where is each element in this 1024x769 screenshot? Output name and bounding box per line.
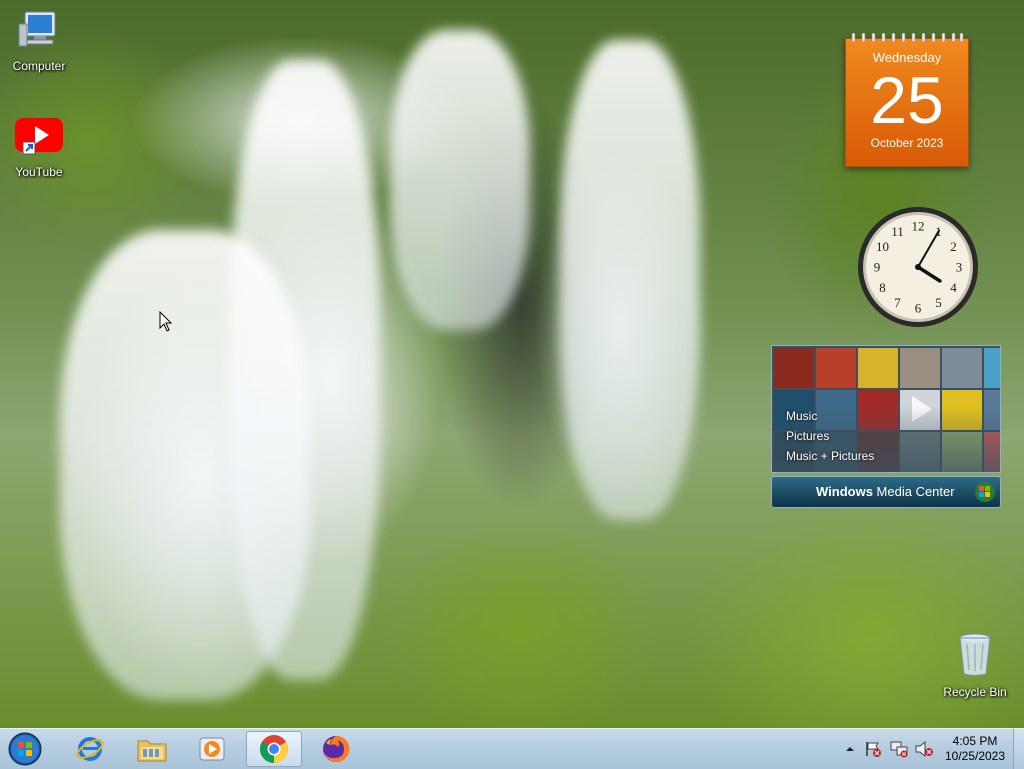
internet-explorer-icon <box>76 737 104 761</box>
youtube-icon <box>15 118 63 155</box>
calendar-day-number: 25 <box>870 63 944 137</box>
file-explorer-icon <box>137 740 167 762</box>
calendar-month-year: October 2023 <box>870 136 944 150</box>
media-menu-music-pictures[interactable]: Music + Pictures <box>786 446 874 466</box>
clock-numeral: 11 <box>891 224 904 239</box>
taskbar-internet-explorer[interactable] <box>62 731 118 767</box>
clock-numeral: 6 <box>915 301 922 316</box>
clock-numeral: 9 <box>874 260 881 275</box>
clock-numeral: 3 <box>956 260 963 275</box>
media-menu-music[interactable]: Music <box>786 406 874 426</box>
waterfall <box>560 40 700 520</box>
taskbar-media-player[interactable] <box>184 731 240 767</box>
desktop-icon-label: YouTube <box>15 165 63 179</box>
media-player-icon <box>199 737 225 761</box>
system-date: 10/25/2023 <box>944 749 1006 763</box>
clock-numeral: 8 <box>879 280 886 295</box>
desktop-icon-youtube[interactable]: YouTube <box>1 116 77 179</box>
system-clock[interactable]: 4:05 PM 10/25/2023 <box>938 734 1012 764</box>
waterfall <box>60 230 310 700</box>
clock-numeral: 2 <box>950 239 957 254</box>
media-center-brand-bar[interactable]: Windows Media Center <box>771 476 1001 508</box>
brand-windows: Windows <box>816 484 873 499</box>
media-center-gadget[interactable]: Music Pictures Music + Pictures Windows … <box>771 345 1001 508</box>
brand-media-center: Media Center <box>872 484 955 499</box>
clock-numeral: 5 <box>935 295 942 310</box>
media-menu-pictures[interactable]: Pictures <box>786 426 874 446</box>
firefox-icon <box>323 735 350 762</box>
taskbar-file-explorer[interactable] <box>124 731 180 767</box>
desktop-icon-label: Recycle Bin <box>943 685 1007 699</box>
taskbar: 4:05 PM 10/25/2023 <box>0 728 1024 769</box>
chrome-icon <box>260 735 288 763</box>
clock-gadget[interactable]: 121234567891011 <box>856 205 980 329</box>
network-icon[interactable] <box>889 740 909 758</box>
media-tiles: Music Pictures Music + Pictures <box>771 345 1001 473</box>
desktop-icon-computer[interactable]: Computer <box>1 10 77 73</box>
volume-muted-icon[interactable] <box>914 740 934 758</box>
clock-numeral: 4 <box>950 280 957 295</box>
calendar-rings-icon <box>851 33 964 43</box>
recycle-bin-icon <box>959 633 991 676</box>
clock-numeral: 7 <box>894 295 901 310</box>
taskbar-chrome[interactable] <box>246 731 302 767</box>
taskbar-firefox[interactable] <box>308 731 364 767</box>
clock-numeral: 12 <box>912 219 925 234</box>
waterfall <box>390 30 530 330</box>
mouse-cursor-icon <box>159 311 173 332</box>
system-time: 4:05 PM <box>952 734 998 748</box>
clock-numeral: 10 <box>876 239 889 254</box>
desktop-icon-label: Computer <box>12 59 66 73</box>
windows-logo-icon <box>975 482 995 502</box>
computer-icon <box>18 11 56 47</box>
show-desktop-button[interactable] <box>1013 729 1024 769</box>
calendar-gadget[interactable]: Wednesday 25 October 2023 <box>845 33 969 167</box>
start-orb-icon[interactable] <box>5 731 45 767</box>
action-center-flag-icon[interactable] <box>864 740 882 758</box>
show-hidden-icons-chevron[interactable] <box>845 744 855 754</box>
desktop-icon-recycle-bin[interactable]: Recycle Bin <box>937 630 1013 699</box>
